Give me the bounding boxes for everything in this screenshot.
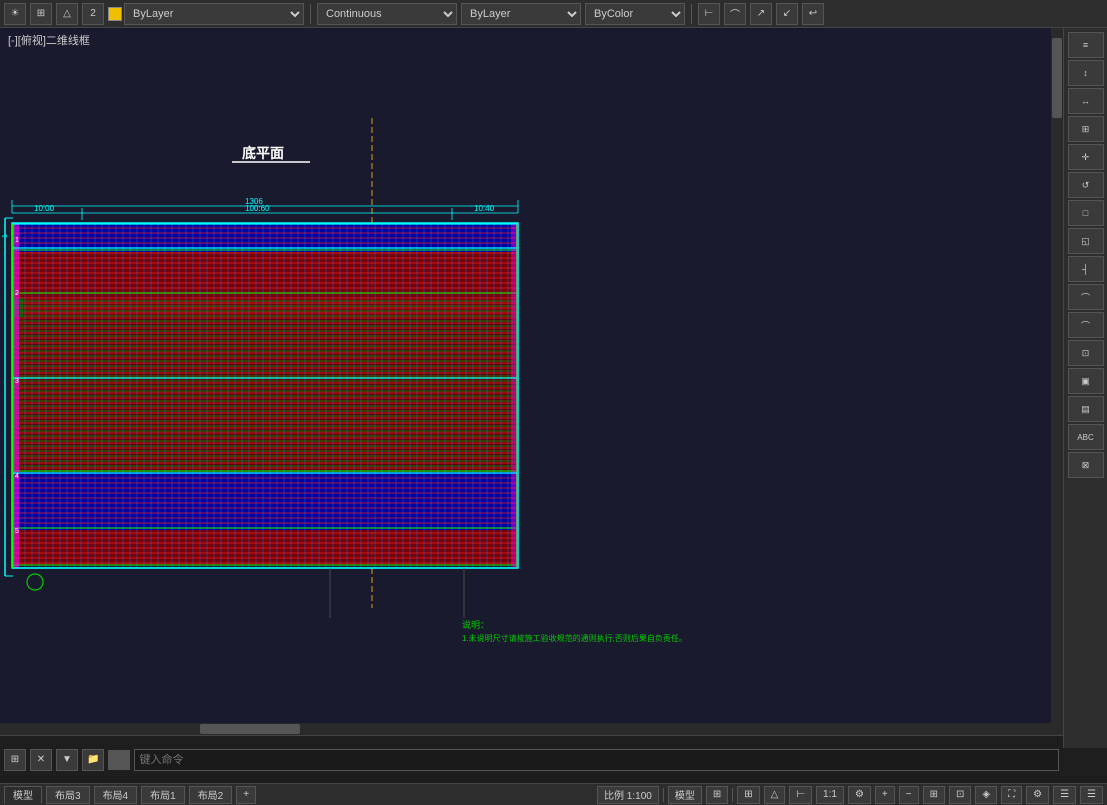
svg-text:10:40: 10:40	[474, 204, 495, 213]
tool-btn-5[interactable]: ✛	[1068, 144, 1104, 170]
tab-model-label: 模型	[13, 787, 33, 802]
divider-2	[691, 4, 692, 24]
layer-num-label: 2	[90, 8, 96, 19]
viewport-label: [-][俯视]二维线框	[0, 28, 98, 52]
cmd-icon-btn[interactable]: ⊞	[4, 749, 26, 771]
layer-box: ByLayer	[108, 3, 304, 25]
cmd-separator	[108, 750, 130, 770]
toolbar-icon-3[interactable]: ↗	[750, 3, 772, 25]
model-label: 模型	[675, 787, 695, 802]
zoom-ratio-btn[interactable]: 1:1	[816, 786, 844, 804]
grid-btn[interactable]: ⊞	[30, 3, 52, 25]
tab-layout4[interactable]: 布局4	[94, 786, 138, 804]
lineweight-select[interactable]: ByLayer	[461, 3, 581, 25]
command-area: ⊞ ✕ ▼ 📁	[0, 735, 1063, 783]
add-layout-btn[interactable]: +	[236, 786, 256, 804]
layout-view-btn[interactable]: ⊞	[923, 786, 945, 804]
linetype-select[interactable]: Continuous	[317, 3, 457, 25]
extra-btn-1[interactable]: ☰	[1053, 786, 1076, 804]
svg-text:1306: 1306	[245, 197, 263, 206]
toolbar-icon-5[interactable]: ↩	[802, 3, 824, 25]
svg-text:3: 3	[15, 378, 19, 385]
fullscreen-btn[interactable]: ⛶	[1001, 786, 1022, 804]
tool-btn-11[interactable]: ⌒	[1068, 312, 1104, 338]
right-panel-tools: ≡ ↕ ↔ ⊞ ✛ ↺ □ ◱ ┤ ⌒ ⌒ ⊡ ▣ ▤ ABC ⊠	[1063, 28, 1107, 748]
model-space-btn[interactable]: 模型	[668, 786, 702, 804]
top-toolbar: ☀ ⊞ △ 2 ByLayer Continuous ByLayer ByCol…	[0, 0, 1107, 28]
layer-num-btn[interactable]: 2	[82, 3, 104, 25]
horizontal-scrollbar[interactable]	[0, 723, 1063, 735]
plotstyle-select[interactable]: ByColor	[585, 3, 685, 25]
toolbar-icon-4[interactable]: ↙	[776, 3, 798, 25]
tab-model[interactable]: 模型	[4, 786, 42, 804]
scale-btn[interactable]: 比例 1:100	[597, 786, 659, 804]
tool-btn-6[interactable]: ↺	[1068, 172, 1104, 198]
vertical-scrollbar[interactable]	[1051, 28, 1063, 748]
cmd-arrow-btn[interactable]: ▼	[56, 749, 78, 771]
tab-layout3-label: 布局3	[55, 787, 81, 802]
tool-btn-14[interactable]: ▤	[1068, 396, 1104, 422]
toolbar-icon-2[interactable]: ⌒	[724, 3, 746, 25]
svg-text:1: 1	[15, 237, 19, 244]
v-scroll-thumb[interactable]	[1052, 38, 1062, 118]
svg-text:1: 1	[2, 234, 9, 238]
minus-btn[interactable]: −	[899, 786, 919, 804]
tool-btn-3[interactable]: ↔	[1068, 88, 1104, 114]
tool-btn-4[interactable]: ⊞	[1068, 116, 1104, 142]
svg-text:1.未说明尺寸请按施工验收规范的通则执行,否则后果自负责任。: 1.未说明尺寸请按施工验收规范的通则执行,否则后果自负责任。	[462, 633, 687, 643]
tool-btn-10[interactable]: ⌒	[1068, 284, 1104, 310]
tool-btn-8[interactable]: ◱	[1068, 228, 1104, 254]
tab-layout1-label: 布局1	[150, 787, 176, 802]
workspace-btn[interactable]: ☀	[4, 3, 26, 25]
tool-btn-13[interactable]: ▣	[1068, 368, 1104, 394]
status-divider-1	[663, 788, 664, 802]
svg-text:说明：: 说明：	[462, 619, 489, 630]
tool-btn-16[interactable]: ⊠	[1068, 452, 1104, 478]
tool-btn-1[interactable]: ≡	[1068, 32, 1104, 58]
hardware-btn[interactable]: ◈	[975, 786, 997, 804]
svg-text:2: 2	[15, 290, 19, 297]
grid-status-btn[interactable]: ⊞	[737, 786, 759, 804]
status-bar: 模型 布局3 布局4 布局1 布局2 + 比例 1:100 模型 ⊞ ⊞ △ ⊢…	[0, 783, 1107, 805]
tab-layout4-label: 布局4	[103, 787, 129, 802]
tool-btn-abc[interactable]: ABC	[1068, 424, 1104, 450]
cmd-close-btn[interactable]: ✕	[30, 749, 52, 771]
layer-select[interactable]: ByLayer	[124, 3, 304, 25]
tool-btn-2[interactable]: ↕	[1068, 60, 1104, 86]
zoom-label: 1:1	[823, 789, 837, 800]
snap-status-btn[interactable]: △	[764, 786, 786, 804]
settings-btn[interactable]: ⚙	[848, 786, 871, 804]
scale-label: 比例 1:100	[604, 787, 652, 802]
svg-text:5: 5	[15, 528, 19, 535]
main-drawing-svg: 底平面 10:00 100:60 10:40 1306	[0, 28, 1063, 748]
cmd-folder-btn[interactable]: 📁	[82, 749, 104, 771]
tab-layout3[interactable]: 布局3	[46, 786, 90, 804]
command-input-field[interactable]	[134, 749, 1059, 771]
layer-color-swatch	[108, 7, 122, 21]
drawing-title-svg: 底平面	[242, 145, 284, 161]
h-scroll-thumb[interactable]	[200, 724, 300, 734]
tab-layout1[interactable]: 布局1	[141, 786, 185, 804]
divider-1	[310, 4, 311, 24]
canvas-area[interactable]: 底平面 10:00 100:60 10:40 1306	[0, 28, 1063, 748]
tool-btn-7[interactable]: □	[1068, 200, 1104, 226]
extra-btn-2[interactable]: ☰	[1080, 786, 1103, 804]
tool-btn-9[interactable]: ┤	[1068, 256, 1104, 282]
tools-btn[interactable]: ⚙	[1026, 786, 1049, 804]
svg-text:4: 4	[15, 473, 19, 480]
snap-btn[interactable]: △	[56, 3, 78, 25]
toolbar-icon-1[interactable]: ⊢	[698, 3, 720, 25]
tab-layout2[interactable]: 布局2	[189, 786, 233, 804]
status-divider-2	[732, 788, 733, 802]
tab-layout2-label: 布局2	[198, 787, 224, 802]
viewport-label-text: [-][俯视]二维线框	[8, 35, 90, 47]
status-icon-1[interactable]: ⊞	[706, 786, 728, 804]
svg-text:10:00: 10:00	[34, 204, 55, 213]
ortho-btn[interactable]: ⊢	[789, 786, 812, 804]
viewport-btn[interactable]: ⊡	[949, 786, 971, 804]
tool-btn-12[interactable]: ⊡	[1068, 340, 1104, 366]
plus-btn[interactable]: +	[875, 786, 895, 804]
